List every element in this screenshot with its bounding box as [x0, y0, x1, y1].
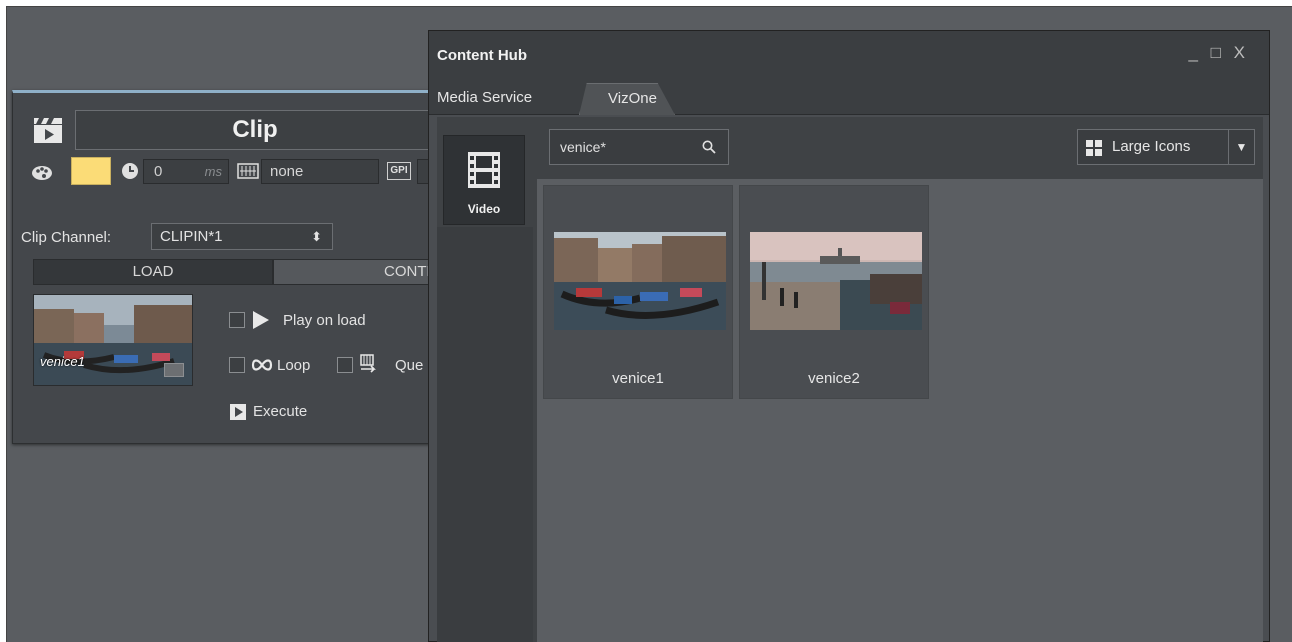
results-grid: venice1 venice2	[537, 179, 1263, 642]
clip-channel-value: CLIPIN*1	[160, 228, 223, 245]
search-input[interactable]: venice*	[549, 129, 729, 165]
execute-icon	[230, 404, 246, 420]
result-name: venice1	[612, 370, 664, 387]
hub-body: Video venice* Large Icons ▼ venice1 veni…	[437, 117, 1263, 642]
tab-load[interactable]: LOAD	[33, 259, 273, 285]
tab-media-service[interactable]: Media Service	[437, 83, 575, 115]
folder-icon[interactable]	[164, 363, 184, 377]
grid-icon	[1086, 140, 1102, 156]
clapperboard-icon	[34, 118, 62, 143]
execute-button[interactable]: Execute	[253, 403, 307, 420]
hub-tabbar: Media Service VizOne	[429, 77, 1269, 115]
keyboard-shortcut-field[interactable]: none	[261, 159, 379, 184]
queue-icon	[360, 354, 376, 373]
venice1-thumbnail	[554, 232, 726, 330]
clip-channel-select[interactable]: CLIPIN*1 ⬍	[151, 223, 333, 250]
play-icon	[253, 311, 269, 329]
queue-label: Que	[395, 357, 424, 374]
clip-properties-row: 0 ms none GPI	[27, 157, 457, 187]
sidebar-item-video[interactable]: Video	[443, 135, 525, 225]
venice2-thumbnail	[750, 232, 922, 330]
loop-label: Loop	[277, 357, 311, 374]
play-on-load-label: Play on load	[283, 312, 366, 329]
video-label: Video	[467, 202, 501, 216]
clip-panel: Clip 0 ms none GPI Clip Channel: CLIPIN*…	[12, 90, 457, 444]
color-swatch[interactable]	[71, 157, 111, 185]
thumbnail-label: venice1	[40, 354, 85, 369]
play-on-load-checkbox[interactable]	[229, 312, 245, 328]
keyboard-icon	[237, 163, 259, 179]
window-controls[interactable]: _ □ X	[1188, 43, 1249, 63]
result-name: venice2	[808, 370, 860, 387]
clip-header: Clip	[27, 110, 435, 152]
content-hub-window: Content Hub _ □ X Media Service VizOne V…	[428, 30, 1270, 642]
select-arrows-icon: ⬍	[311, 229, 322, 244]
duration-value: 0	[154, 163, 163, 180]
clip-title[interactable]: Clip	[75, 110, 435, 150]
view-mode-value: Large Icons	[1112, 138, 1191, 155]
view-mode-select[interactable]: Large Icons ▼	[1077, 129, 1255, 165]
hub-titlebar[interactable]: Content Hub _ □ X	[429, 31, 1269, 77]
duration-field[interactable]: 0 ms	[143, 159, 229, 184]
clip-thumbnail[interactable]: venice1	[33, 294, 193, 386]
queue-checkbox[interactable]	[337, 357, 353, 373]
result-card[interactable]: venice1	[543, 185, 733, 399]
clip-tabs: LOAD CONTROL	[33, 259, 457, 285]
tab-control[interactable]: CONTROL	[273, 259, 457, 285]
result-card[interactable]: venice2	[739, 185, 929, 399]
hub-sidebar	[437, 227, 533, 642]
palette-icon[interactable]	[31, 163, 53, 181]
hub-title: Content Hub	[437, 47, 527, 64]
clock-icon	[122, 163, 138, 179]
loop-checkbox[interactable]	[229, 357, 245, 373]
duration-unit: ms	[204, 164, 222, 179]
film-icon	[468, 152, 500, 188]
gpi-icon: GPI	[387, 162, 411, 180]
dropdown-arrow-icon[interactable]: ▼	[1228, 130, 1254, 164]
loop-icon	[251, 359, 273, 371]
search-value: venice*	[560, 139, 606, 155]
clip-channel-label: Clip Channel:	[21, 229, 112, 246]
tab-vizone[interactable]: VizOne	[579, 83, 675, 115]
search-icon[interactable]	[702, 140, 716, 154]
